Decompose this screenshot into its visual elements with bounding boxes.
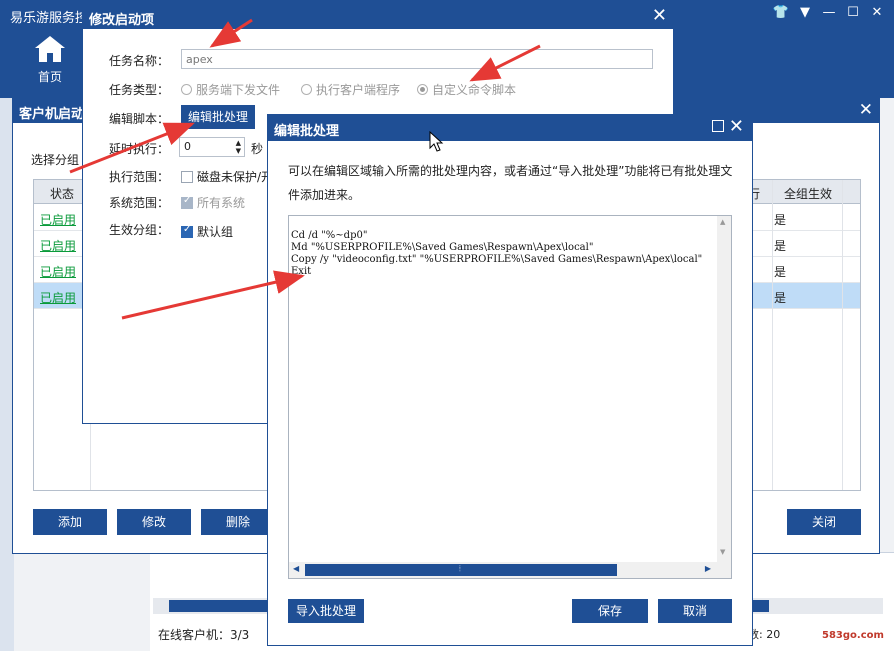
- batch-description: 可以在编辑区域输入所需的批处理内容，或者通过“导入批处理”功能将已有批处理文件添…: [288, 164, 733, 202]
- batch-code[interactable]: Cd /d "%~dp0" Md "%USERPROFILE%\Saved Gam…: [291, 218, 715, 302]
- select-group-label: 选择分组: [31, 153, 80, 167]
- row-status[interactable]: 已启用: [40, 289, 76, 306]
- column-all-group[interactable]: 全组生效: [784, 185, 832, 202]
- batch-dialog-titlebar: 编辑批处理 ✕: [268, 115, 752, 141]
- type-radio-client-program[interactable]: 执行客户端程序: [301, 81, 400, 98]
- scroll-left-icon[interactable]: ◀: [293, 564, 299, 573]
- modify-button[interactable]: 修改: [117, 509, 191, 535]
- column-divider: [772, 180, 773, 490]
- menu-dropdown-icon[interactable]: ▼: [796, 4, 814, 22]
- code-line: Md "%USERPROFILE%\Saved Games\Respawn\Ap…: [291, 242, 594, 253]
- stepper-arrows-icon[interactable]: ▲ ▼: [236, 139, 241, 155]
- save-button[interactable]: 保存: [572, 599, 648, 623]
- scroll-down-icon[interactable]: ▼: [720, 548, 725, 556]
- close-icon[interactable]: ✕: [729, 116, 744, 137]
- column-divider: [842, 180, 843, 490]
- scroll-right-icon[interactable]: ▶: [705, 564, 711, 573]
- checkbox-box: [181, 224, 193, 238]
- group-label: 生效分组：: [109, 223, 170, 237]
- radio-dot: [301, 84, 312, 95]
- row-all-group: 是: [774, 265, 787, 279]
- code-line: Cd /d "%~dp0": [291, 230, 368, 241]
- radio-dot: [181, 84, 192, 95]
- import-batch-button[interactable]: 导入批处理: [288, 599, 364, 623]
- code-line: Copy /y "videoconfig.txt" "%USERPROFILE%…: [291, 254, 703, 265]
- edit-script-label: 编辑脚本：: [109, 112, 170, 126]
- row-all-group: 是: [774, 239, 787, 253]
- editor-horizontal-scrollbar[interactable]: ◀ ⦙ ▶: [289, 562, 731, 578]
- delay-unit: 秒: [251, 142, 264, 156]
- code-line: Exit: [291, 266, 312, 277]
- column-status[interactable]: 状态: [50, 185, 74, 202]
- row-status[interactable]: 已启用: [40, 211, 76, 228]
- delete-button[interactable]: 删除: [201, 509, 275, 535]
- nav-home-label: 首页: [37, 70, 62, 84]
- type-radio-custom-script[interactable]: 自定义命令脚本: [417, 81, 516, 98]
- cancel-button[interactable]: 取消: [658, 599, 732, 623]
- checkbox-label: 默认组: [197, 225, 234, 239]
- close-icon[interactable]: ✕: [859, 100, 873, 120]
- row-all-group: 是: [774, 213, 787, 227]
- home-icon: [35, 36, 65, 62]
- window-controls: 👕 ▼ — ☐ ✕: [772, 4, 886, 22]
- system-label: 系统范围：: [109, 196, 170, 210]
- minimize-icon[interactable]: —: [820, 4, 838, 22]
- type-radio-server-file[interactable]: 服务端下发文件: [181, 81, 280, 98]
- checkbox-label: 磁盘未保护/开: [197, 170, 274, 184]
- maximize-icon[interactable]: ☐: [844, 4, 862, 22]
- close-icon[interactable]: ✕: [652, 5, 667, 26]
- delay-value: 0: [184, 140, 191, 153]
- checkbox-box: [181, 195, 193, 209]
- radio-label: 执行客户端程序: [316, 83, 401, 97]
- edit-dialog-titlebar: 修改启动项 ✕: [83, 5, 673, 29]
- watermark-logo: 583go.com: [822, 630, 884, 641]
- batch-dialog-title: 编辑批处理: [274, 124, 340, 139]
- status-online-clients: 在线客户机：3/3: [158, 628, 250, 642]
- checkbox-box: [181, 171, 193, 183]
- task-name-input[interactable]: [181, 49, 653, 69]
- nav-home-button[interactable]: 首页: [24, 36, 76, 92]
- editor-vertical-scrollbar[interactable]: ▲ ▼: [717, 216, 731, 562]
- all-systems-checkbox[interactable]: 所有系统: [181, 194, 245, 211]
- radio-label: 自定义命令脚本: [432, 83, 517, 97]
- radio-dot-selected: [417, 84, 428, 95]
- scope-label: 执行范围：: [109, 170, 170, 184]
- row-all-group: 是: [774, 291, 787, 305]
- delay-stepper[interactable]: 0 ▲ ▼: [179, 137, 245, 157]
- task-name-label: 任务名称：: [109, 54, 170, 68]
- edit-batch-button[interactable]: 编辑批处理: [181, 105, 255, 129]
- close-button[interactable]: 关闭: [787, 509, 861, 535]
- radio-label: 服务端下发文件: [196, 83, 281, 97]
- app-title: 易乐游服务控: [10, 11, 89, 26]
- scope-checkbox[interactable]: 磁盘未保护/开: [181, 168, 273, 185]
- close-icon[interactable]: ✕: [868, 4, 886, 22]
- client-dialog-title: 客户机启动: [19, 107, 85, 122]
- delay-label: 延时执行：: [109, 142, 170, 156]
- grip-icon: ⦙: [459, 564, 461, 573]
- edit-dialog-title: 修改启动项: [89, 13, 155, 28]
- add-button[interactable]: 添加: [33, 509, 107, 535]
- maximize-icon[interactable]: [712, 120, 724, 132]
- skin-icon[interactable]: 👕: [772, 4, 790, 22]
- scroll-thumb[interactable]: [305, 564, 617, 576]
- task-type-label: 任务类型：: [109, 83, 170, 97]
- scroll-up-icon[interactable]: ▲: [720, 218, 725, 226]
- edit-batch-dialog: 编辑批处理 ✕ 可以在编辑区域输入所需的批处理内容，或者通过“导入批处理”功能将…: [267, 114, 753, 646]
- row-status[interactable]: 已启用: [40, 263, 76, 280]
- default-group-checkbox[interactable]: 默认组: [181, 223, 233, 240]
- checkbox-label: 所有系统: [197, 196, 246, 210]
- row-status[interactable]: 已启用: [40, 237, 76, 254]
- batch-editor[interactable]: Cd /d "%~dp0" Md "%USERPROFILE%\Saved Gam…: [288, 215, 732, 579]
